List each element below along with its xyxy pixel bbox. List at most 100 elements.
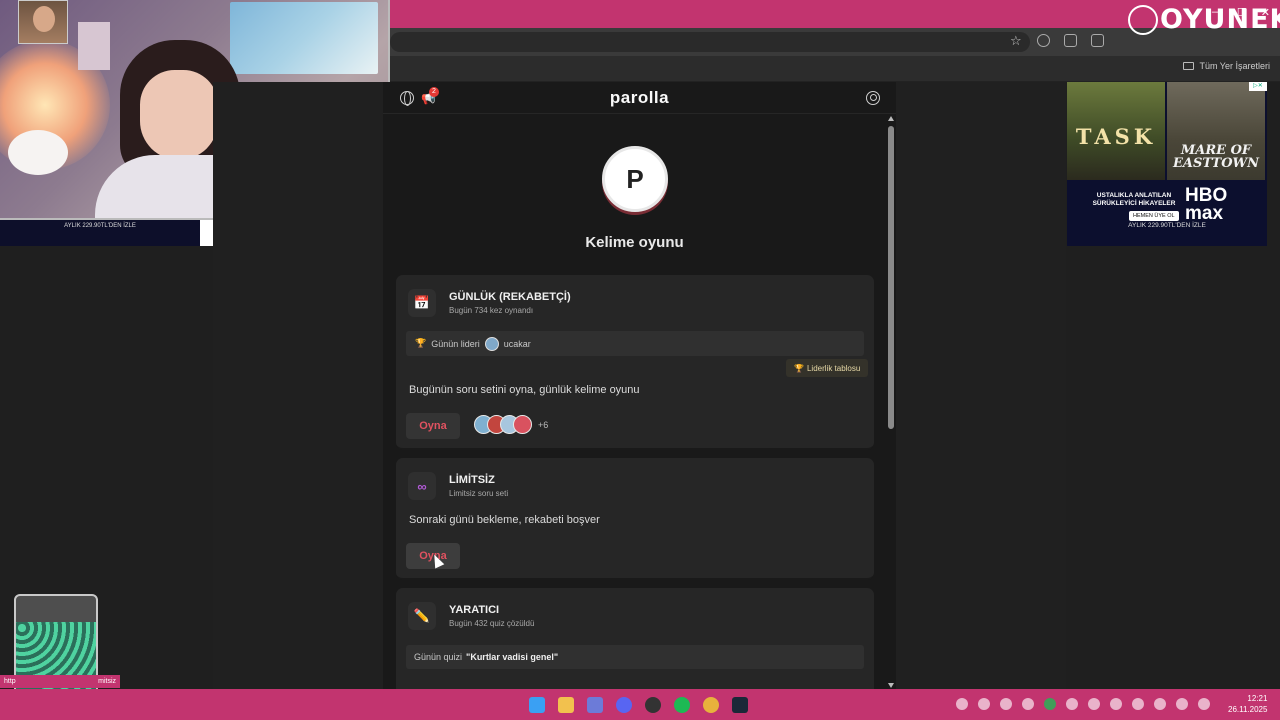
status-tooltip: http mitsiz xyxy=(0,675,120,688)
extension-icon[interactable] xyxy=(1037,34,1050,47)
obs-icon[interactable] xyxy=(645,697,661,713)
hbo-max-ad[interactable]: TASK MARE OF EASTTOWN USTALIKLA ANLATILA… xyxy=(1067,82,1267,246)
unlimited-subtitle: Limitsiz soru seti xyxy=(449,489,509,498)
quiz-of-the-day-row[interactable]: Günün quizi "Kurtlar vadisi genel" xyxy=(406,645,864,669)
user-icon[interactable] xyxy=(866,91,880,105)
creator-title: YARATICI xyxy=(449,604,500,616)
hbo-max-logo: HBO max xyxy=(1185,186,1227,224)
adchoices-icon[interactable]: ▷✕ xyxy=(1249,82,1267,91)
leader-name[interactable]: ucakar xyxy=(504,339,531,349)
clock[interactable]: 12:21 26.11.2025 xyxy=(1228,693,1267,715)
status-right-text: mitsiz xyxy=(98,678,116,685)
clock-date: 26.11.2025 xyxy=(1228,705,1268,714)
scroll-thumb[interactable] xyxy=(888,126,894,429)
tray-icon[interactable] xyxy=(1110,698,1122,710)
mascot-icon xyxy=(1128,4,1158,35)
file-explorer-icon[interactable] xyxy=(558,697,574,713)
left-ad-price: AYLIK 229.90TL'DEN İZLE xyxy=(64,223,136,229)
infinity-icon: ∞ xyxy=(408,472,436,500)
streamer-face xyxy=(140,70,218,160)
ad-price: AYLIK 229.90TL'DEN İZLE xyxy=(1128,222,1206,229)
daily-leader-row: 🏆 Günün lideri ucakar xyxy=(406,331,864,356)
trophy-icon: 🏆 xyxy=(794,363,804,373)
scrollbar[interactable] xyxy=(886,116,896,688)
page-subtitle: Kelime oyunu xyxy=(585,234,684,251)
daily-description: Bugünün soru setini oyna, günlük kelime … xyxy=(409,384,640,396)
quiz-name: "Kurtlar vadisi genel" xyxy=(466,652,559,662)
app-header: 📢 2 parolla xyxy=(383,82,896,114)
tray-icon[interactable] xyxy=(978,698,990,710)
status-left-text: http xyxy=(4,678,16,685)
ad-poster1-title: TASK xyxy=(1075,124,1157,149)
trophy-icon: 🏆 xyxy=(415,338,427,348)
volume-icon[interactable] xyxy=(1198,698,1210,710)
pencil-icon: ✏️ xyxy=(408,602,436,630)
ad-tagline: USTALIKLA ANLATILAN SÜRÜKLEYİCİ HİKAYELE… xyxy=(1092,192,1176,207)
extension-icon[interactable] xyxy=(1064,34,1077,47)
system-tray xyxy=(956,698,1210,710)
players-avatars: +6 xyxy=(474,415,548,434)
spotify-icon[interactable] xyxy=(674,697,690,713)
ad-cta-button[interactable]: HEMEN ÜYE OL xyxy=(1129,211,1179,221)
player-avatar xyxy=(513,415,532,434)
more-players-count: +6 xyxy=(538,419,549,430)
unlimited-title: LİMİTSİZ xyxy=(449,474,495,486)
parolla-app: 📢 2 parolla P Kelime oyunu 📅 GÜNLÜK (REK… xyxy=(383,82,896,689)
creator-subtitle: Bugün 432 quiz çözüldü xyxy=(449,619,535,628)
folder-icon xyxy=(1183,62,1195,70)
daily-play-button[interactable]: Oyna xyxy=(406,413,460,439)
unlimited-description: Sonraki günü bekleme, rekabeti boşver xyxy=(409,514,600,526)
spotify-tray-icon[interactable] xyxy=(1044,698,1056,710)
wall-poster xyxy=(230,2,378,74)
steam-icon[interactable] xyxy=(732,697,748,713)
daily-title: GÜNLÜK (REKABETÇİ) xyxy=(449,291,571,303)
max-text: max xyxy=(1185,203,1224,224)
daily-card: 📅 GÜNLÜK (REKABETÇİ) Bugün 734 kez oynan… xyxy=(396,275,874,450)
wall-photo xyxy=(78,22,110,70)
bookmark-star-icon[interactable]: ☆ xyxy=(1010,34,1023,47)
tray-icon[interactable] xyxy=(1132,698,1144,710)
unlimited-card: ∞ LİMİTSİZ Limitsiz soru seti Sonraki gü… xyxy=(396,458,874,580)
tray-icon[interactable] xyxy=(1088,698,1100,710)
tray-icon[interactable] xyxy=(1022,698,1034,710)
quiz-label: Günün quizi xyxy=(414,652,463,662)
maximize-icon[interactable]: ☐ xyxy=(1237,6,1247,19)
app-icon[interactable] xyxy=(587,697,603,713)
taskbar-apps xyxy=(529,697,748,713)
app-avatar: P xyxy=(602,146,668,212)
tray-icon[interactable] xyxy=(1066,698,1078,710)
ad-poster2-title: MARE OF EASTTOWN xyxy=(1172,143,1260,171)
close-icon[interactable]: ✕ xyxy=(1261,6,1270,19)
calendar-icon: 📅 xyxy=(408,289,436,317)
scroll-down-arrow[interactable] xyxy=(888,683,894,688)
microphone-icon[interactable] xyxy=(1176,698,1188,710)
leaderboard-label: Liderlik tablosu xyxy=(806,363,861,373)
daily-subtitle: Bugün 734 kez oynandı xyxy=(449,306,534,315)
scroll-up-arrow[interactable] xyxy=(888,116,894,121)
chrome-icon[interactable] xyxy=(703,697,719,713)
right-gutter xyxy=(896,82,1066,689)
white-chip xyxy=(200,220,213,246)
left-gutter xyxy=(213,82,383,689)
address-field[interactable] xyxy=(390,32,1030,52)
tray-icon[interactable] xyxy=(956,698,968,710)
browser-toolbar-icons: ☆ xyxy=(1010,34,1104,47)
creator-card: ✏️ YARATICI Bugün 432 quiz çözüldü Günün… xyxy=(396,588,874,689)
all-bookmarks-folder[interactable]: Tüm Yer İşaretleri xyxy=(1183,61,1270,71)
clock-time: 12:21 xyxy=(1247,694,1268,703)
app-logo[interactable]: parolla xyxy=(383,88,896,108)
tray-icon[interactable] xyxy=(1000,698,1012,710)
windows-start-icon[interactable] xyxy=(529,697,545,713)
leader-avatar xyxy=(484,336,499,351)
discord-icon[interactable] xyxy=(616,697,632,713)
minimize-icon[interactable]: — xyxy=(1212,6,1223,19)
extensions-puzzle-icon[interactable] xyxy=(1091,34,1104,47)
tray-icon[interactable] xyxy=(1154,698,1166,710)
leader-label: Günün lideri xyxy=(431,338,480,349)
window-controls: — ☐ ✕ xyxy=(1212,6,1270,19)
plush-toy xyxy=(8,130,68,175)
leaderboard-button[interactable]: 🏆 Liderlik tablosu xyxy=(786,359,869,377)
all-bookmarks-label: Tüm Yer İşaretleri xyxy=(1199,61,1270,71)
left-ad-strip: AYLIK 229.90TL'DEN İZLE xyxy=(0,220,200,246)
inset-face xyxy=(33,6,55,32)
